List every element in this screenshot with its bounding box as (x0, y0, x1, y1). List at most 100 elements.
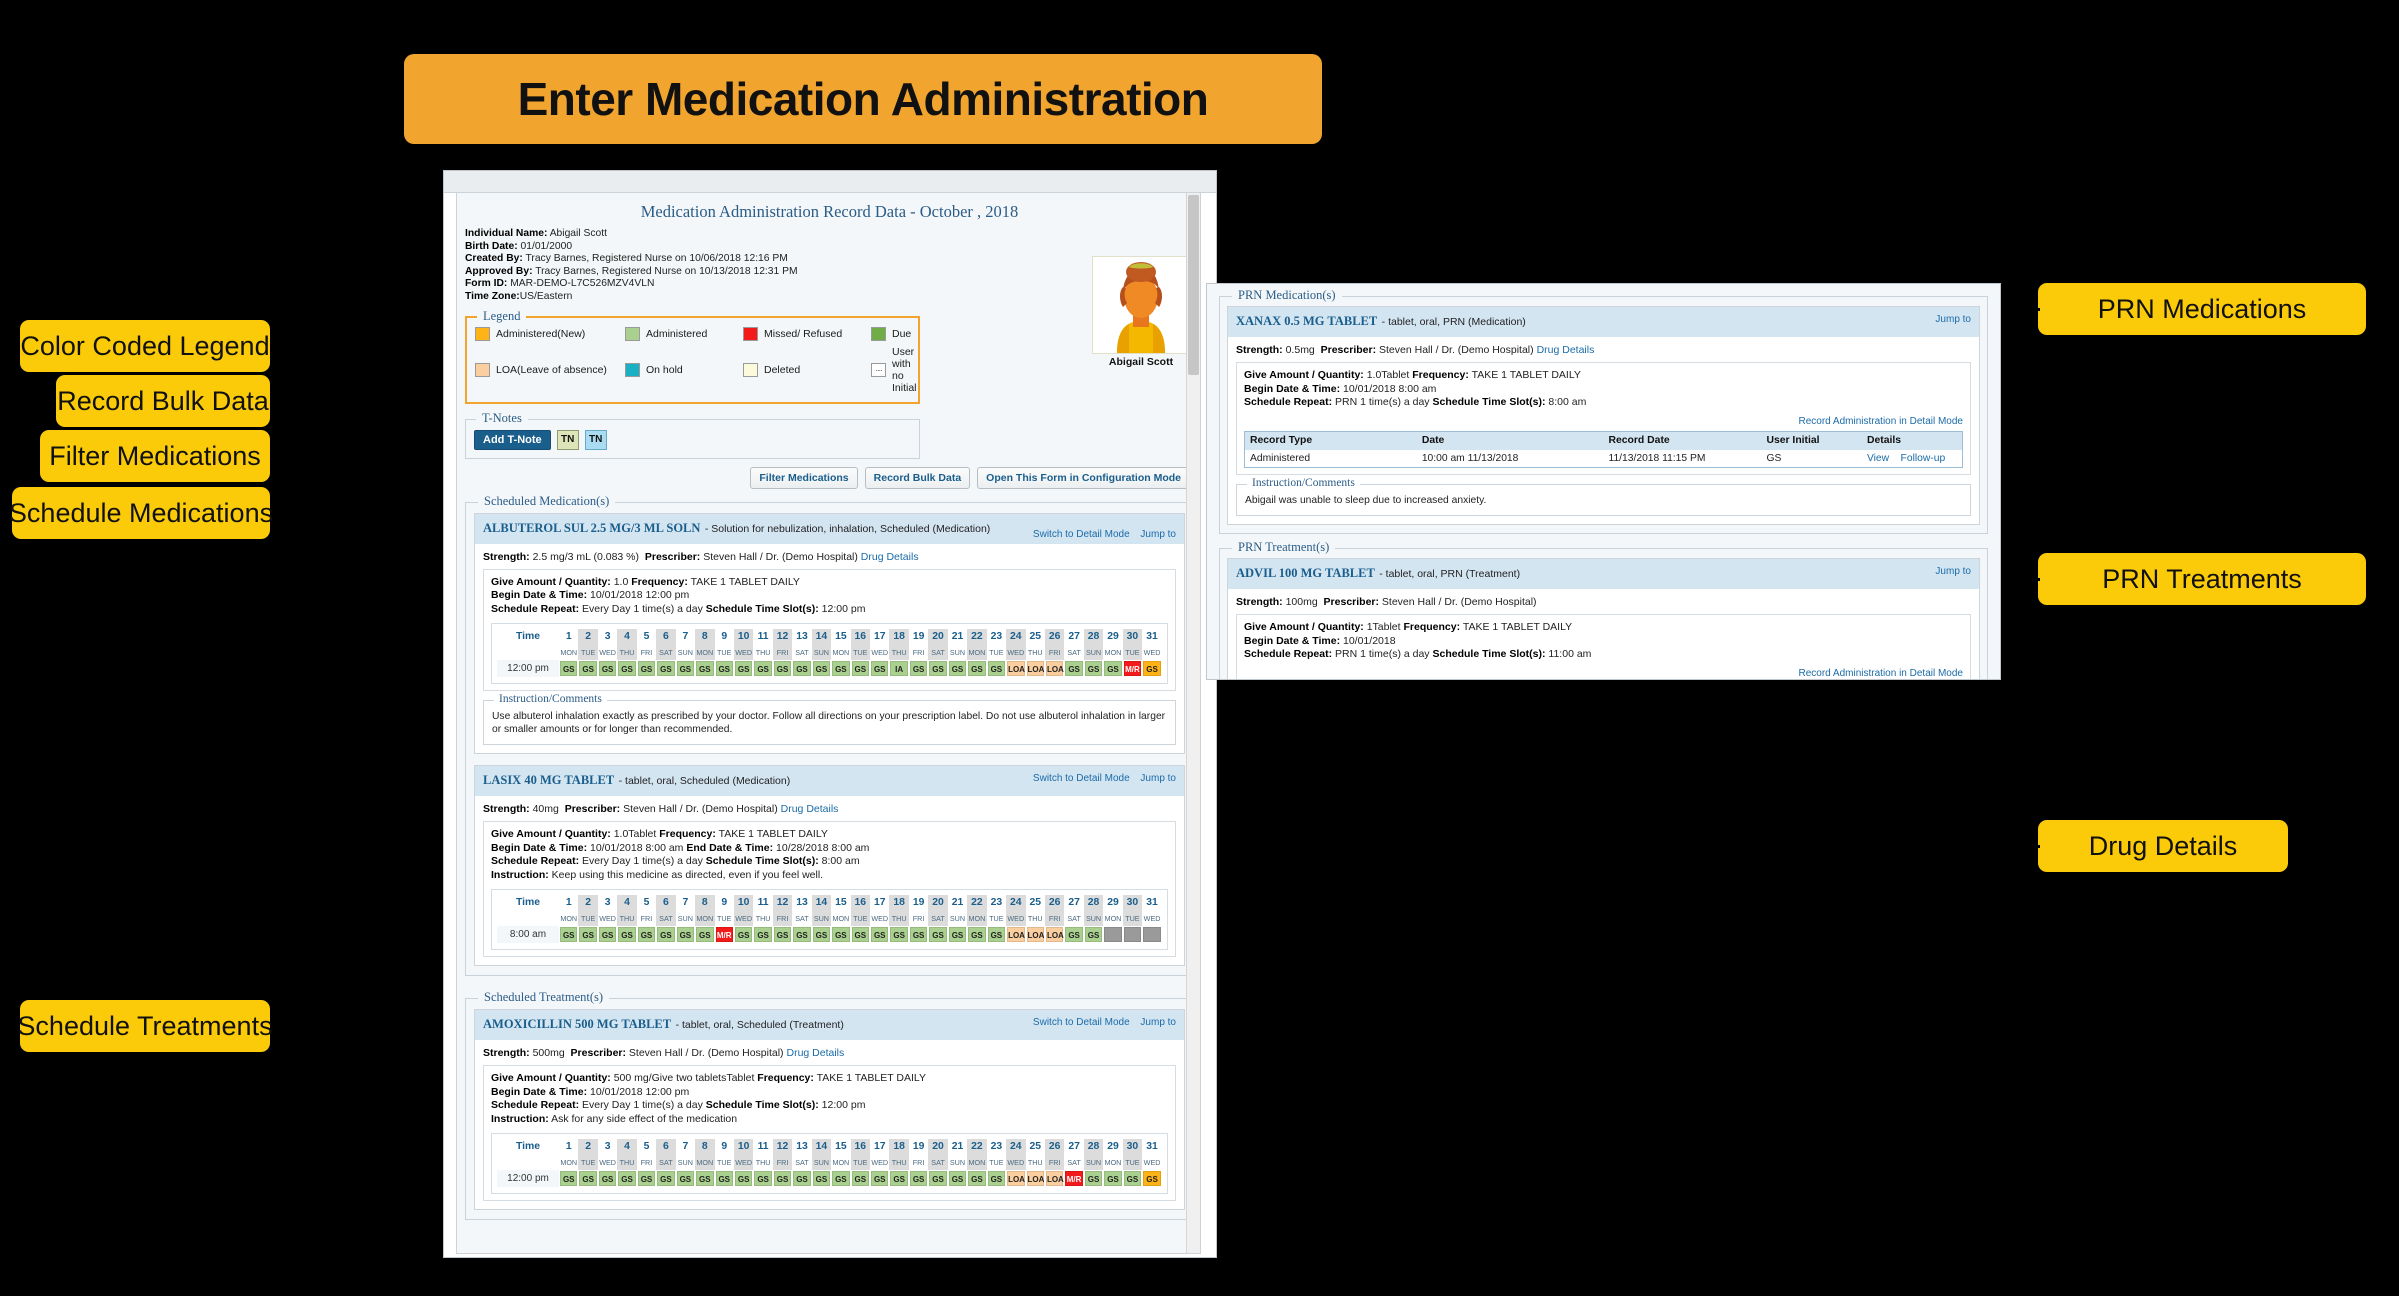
calendar-cell[interactable]: GS (1084, 926, 1103, 943)
calendar-cell[interactable]: GS (1103, 660, 1122, 677)
calendar-cell[interactable] (1142, 926, 1162, 943)
calendar-cell[interactable]: GS (1084, 660, 1103, 677)
drug-details-link[interactable]: Drug Details (1537, 344, 1595, 356)
calendar-cell[interactable]: GS (598, 926, 617, 943)
calendar-cell[interactable]: GS (870, 660, 889, 677)
calendar-cell[interactable]: GS (617, 1170, 636, 1187)
calendar-cell[interactable]: GS (1084, 1170, 1103, 1187)
jump-to-link[interactable]: Jump to (1140, 773, 1176, 784)
calendar-cell[interactable]: GS (987, 926, 1006, 943)
calendar-cell[interactable]: LOA (1006, 1170, 1025, 1187)
calendar-cell[interactable]: GS (909, 926, 928, 943)
calendar-cell[interactable]: GS (734, 1170, 753, 1187)
calendar-cell[interactable]: GS (792, 660, 811, 677)
calendar-cell[interactable]: GS (948, 926, 967, 943)
calendar-cell[interactable]: LOA (1026, 1170, 1045, 1187)
record-administration-detail-link[interactable]: Record Administration in Detail Mode (1244, 415, 1963, 429)
jump-to-link[interactable]: Jump to (1935, 314, 1971, 325)
calendar-cell[interactable]: LOA (1006, 660, 1025, 677)
calendar-cell[interactable]: GS (928, 1170, 947, 1187)
calendar-cell[interactable]: GS (598, 1170, 617, 1187)
administration-calendar[interactable]: Time 1 2 3 4 5 6 7 8 9 10 11 12 13 14 15 16 17 18 19 20 21 22 2… (497, 1139, 1162, 1188)
calendar-cell[interactable] (1123, 926, 1142, 943)
calendar-cell[interactable]: GS (851, 660, 870, 677)
switch-to-detail-mode-link[interactable]: Switch to Detail Mode (1033, 529, 1130, 540)
jump-to-link[interactable]: Jump to (1140, 529, 1176, 540)
jump-to-link[interactable]: Jump to (1140, 1017, 1176, 1028)
calendar-cell[interactable]: M/R (715, 926, 734, 943)
calendar-cell[interactable]: GS (773, 1170, 792, 1187)
calendar-cell[interactable]: GS (578, 1170, 597, 1187)
record-bulk-data-button[interactable]: Record Bulk Data (864, 466, 971, 489)
calendar-cell[interactable]: GS (831, 1170, 850, 1187)
calendar-cell[interactable]: GS (831, 926, 850, 943)
calendar-cell[interactable]: GS (870, 1170, 889, 1187)
calendar-cell[interactable]: GS (753, 660, 772, 677)
calendar-cell[interactable]: GS (967, 660, 986, 677)
calendar-cell[interactable]: GS (695, 1170, 714, 1187)
switch-to-detail-mode-link[interactable]: Switch to Detail Mode (1033, 773, 1130, 784)
report-scroll-container[interactable]: Medication Administration Record Data - … (456, 192, 1201, 1254)
calendar-cell[interactable]: GS (773, 660, 792, 677)
calendar-cell[interactable]: GS (637, 926, 656, 943)
calendar-cell[interactable]: GS (948, 660, 967, 677)
calendar-cell[interactable]: GS (656, 660, 675, 677)
administration-calendar[interactable]: Time 1 2 3 4 5 6 7 8 9 10 11 12 13 14 15 16 17 18 19 20 21 22 2… (497, 895, 1162, 944)
calendar-cell[interactable]: GS (987, 660, 1006, 677)
drug-details-link[interactable]: Drug Details (786, 1047, 844, 1059)
calendar-cell[interactable]: GS (617, 926, 636, 943)
calendar-cell[interactable]: GS (734, 926, 753, 943)
calendar-cell[interactable]: GS (559, 926, 578, 943)
calendar-cell[interactable]: GS (1064, 926, 1083, 943)
calendar-cell[interactable]: GS (1123, 1170, 1142, 1187)
calendar-cell[interactable]: LOA (1026, 660, 1045, 677)
calendar-cell[interactable]: GS (831, 660, 850, 677)
scrollbar-thumb[interactable] (1188, 195, 1199, 375)
vertical-scrollbar[interactable] (1186, 193, 1200, 1253)
calendar-cell[interactable]: GS (637, 1170, 656, 1187)
calendar-cell[interactable]: GS (792, 926, 811, 943)
calendar-cell[interactable]: GS (734, 660, 753, 677)
calendar-cell[interactable]: GS (889, 926, 908, 943)
calendar-cell[interactable]: GS (812, 660, 831, 677)
calendar-cell[interactable]: GS (715, 1170, 734, 1187)
calendar-cell[interactable]: GS (909, 660, 928, 677)
calendar-cell[interactable]: GS (656, 1170, 675, 1187)
calendar-cell[interactable]: GS (559, 1170, 578, 1187)
calendar-cell[interactable]: GS (812, 1170, 831, 1187)
calendar-cell[interactable]: GS (1064, 660, 1083, 677)
calendar-cell[interactable]: GS (909, 1170, 928, 1187)
calendar-cell[interactable]: GS (637, 660, 656, 677)
record-administration-detail-link[interactable]: Record Administration in Detail Mode (1244, 667, 1963, 680)
calendar-cell[interactable]: GS (948, 1170, 967, 1187)
calendar-cell[interactable]: GS (889, 1170, 908, 1187)
calendar-cell[interactable]: IA (889, 660, 908, 677)
calendar-cell[interactable]: GS (1103, 1170, 1122, 1187)
calendar-cell[interactable]: GS (598, 660, 617, 677)
calendar-cell[interactable]: M/R (1123, 660, 1142, 677)
calendar-cell[interactable]: LOA (1045, 660, 1064, 677)
calendar-cell[interactable]: GS (870, 926, 889, 943)
calendar-cell[interactable]: LOA (1026, 926, 1045, 943)
calendar-cell[interactable]: GS (792, 1170, 811, 1187)
switch-to-detail-mode-link[interactable]: Switch to Detail Mode (1033, 1017, 1130, 1028)
calendar-cell[interactable]: GS (851, 1170, 870, 1187)
calendar-cell[interactable]: GS (578, 926, 597, 943)
calendar-cell[interactable]: GS (753, 926, 772, 943)
calendar-cell[interactable]: GS (967, 926, 986, 943)
tnote-chip-green[interactable]: TN (556, 429, 579, 450)
view-link[interactable]: View (1867, 453, 1889, 464)
tnote-chip-blue[interactable]: TN (584, 429, 607, 450)
calendar-cell[interactable]: GS (753, 1170, 772, 1187)
calendar-cell[interactable]: GS (676, 926, 695, 943)
calendar-cell[interactable]: GS (812, 926, 831, 943)
calendar-cell[interactable]: LOA (1006, 926, 1025, 943)
calendar-cell[interactable]: GS (695, 926, 714, 943)
calendar-cell[interactable]: GS (676, 660, 695, 677)
calendar-cell[interactable]: LOA (1045, 926, 1064, 943)
calendar-cell[interactable]: GS (1142, 1170, 1162, 1187)
calendar-cell[interactable]: GS (928, 926, 947, 943)
calendar-cell[interactable]: GS (656, 926, 675, 943)
calendar-cell[interactable]: LOA (1045, 1170, 1064, 1187)
open-configuration-mode-button[interactable]: Open This Form in Configuration Mode (977, 466, 1190, 489)
